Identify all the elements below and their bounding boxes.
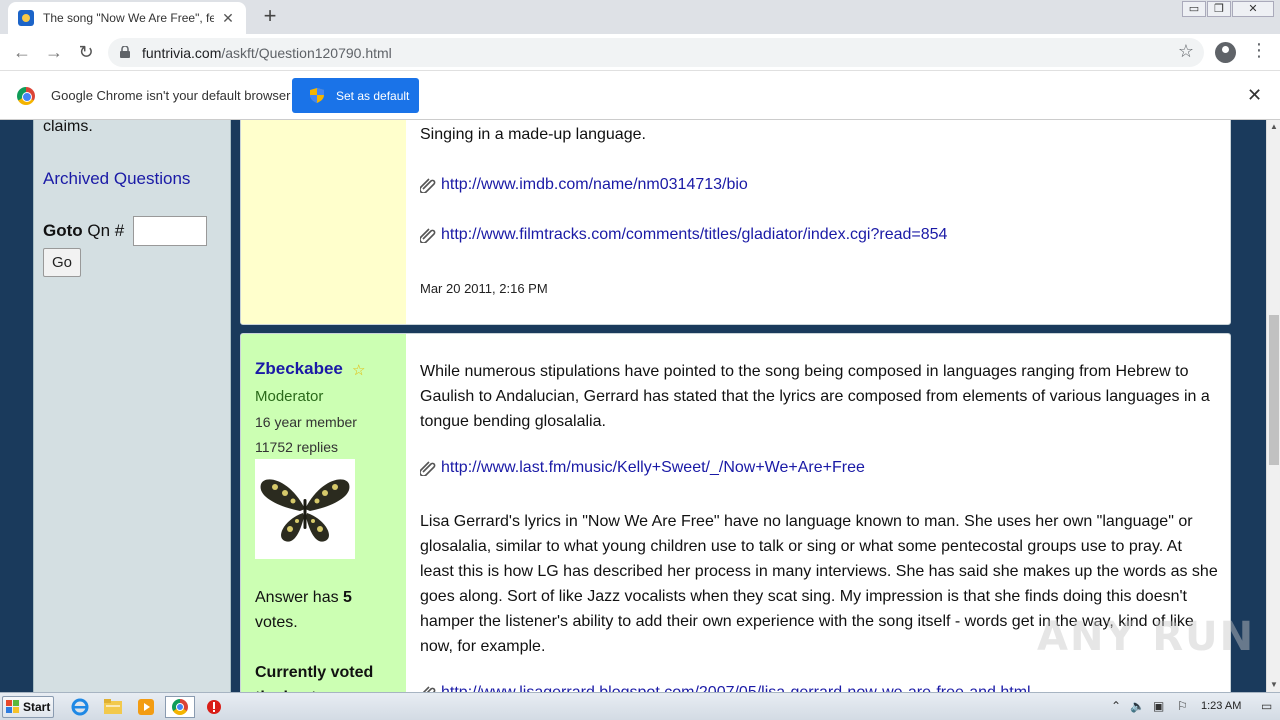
action-center-flag-icon[interactable]: ⚐ — [1177, 699, 1188, 713]
go-button[interactable]: Go — [43, 248, 81, 277]
tab-close-icon[interactable]: ✕ — [220, 10, 236, 27]
file-explorer-icon[interactable] — [100, 696, 126, 718]
windows-flag-icon — [6, 700, 19, 713]
media-player-icon[interactable] — [133, 696, 159, 718]
default-browser-infobar: Google Chrome isn't your default browser… — [0, 72, 1280, 120]
address-bar[interactable]: funtrivia.com/askft/Question120790.html … — [108, 38, 1204, 67]
votes-number: 5 — [343, 589, 352, 606]
reference-link[interactable]: http://www.last.fm/music/Kelly+Sweet/_/N… — [420, 459, 865, 477]
scroll-down-arrow-icon[interactable]: ▼ — [1267, 678, 1280, 692]
infobar-close-icon[interactable]: ✕ — [1247, 85, 1262, 106]
answer-paragraph: While numerous stipulations have pointed… — [420, 363, 1210, 430]
goto-label: Goto Qn # — [43, 221, 124, 241]
vote-count-text: Answer has 5 votes. — [255, 585, 385, 635]
author-username-link[interactable]: Zbeckabee — [255, 359, 343, 379]
set-as-default-label: Set as default — [336, 88, 410, 103]
url-text: funtrivia.com/askft/Question120790.html — [142, 45, 392, 61]
profile-avatar-icon[interactable] — [1215, 42, 1236, 63]
answer-post: Singing in a made-up language. http://ww… — [240, 120, 1231, 325]
reference-link-text[interactable]: http://www.lisagerrard.blogspot.com/2007… — [441, 684, 1031, 692]
forward-arrow-icon[interactable]: → — [42, 40, 66, 64]
reference-link[interactable]: http://www.filmtracks.com/comments/title… — [420, 226, 947, 244]
paperclip-icon — [420, 178, 436, 193]
paperclip-icon — [422, 686, 436, 692]
minimize-button[interactable]: ▭ — [1182, 1, 1206, 17]
reload-icon[interactable]: ↻ — [74, 40, 98, 64]
archived-questions-link[interactable]: Archived Questions — [43, 169, 190, 189]
url-path: /askft/Question120790.html — [221, 45, 392, 61]
scroll-up-arrow-icon[interactable]: ▲ — [1267, 120, 1280, 134]
back-arrow-icon[interactable]: ← — [10, 40, 34, 64]
maximize-button[interactable]: ❐ — [1207, 1, 1231, 17]
tab-title: The song "Now We Are Free", featu — [43, 11, 214, 25]
butterfly-avatar[interactable] — [255, 459, 355, 559]
volume-icon[interactable]: 🔈 — [1130, 699, 1145, 713]
lock-icon — [120, 46, 130, 58]
bookmark-star-icon[interactable]: ☆ — [1178, 41, 1194, 62]
stop-sign-icon[interactable] — [201, 696, 227, 718]
post-author-panel — [241, 120, 406, 324]
set-as-default-button[interactable]: Set as default — [292, 78, 419, 113]
votes-prefix: Answer has — [255, 589, 344, 606]
star-badge-icon: ☆ — [352, 362, 366, 379]
chrome-taskbar-icon[interactable] — [165, 696, 195, 718]
page-scrollbar[interactable]: ▲ ▼ — [1266, 120, 1280, 692]
site-favicon-icon — [18, 10, 34, 26]
start-label: Start — [23, 700, 51, 714]
network-icon[interactable]: ▣ — [1153, 699, 1164, 713]
browser-tab[interactable]: The song "Now We Are Free", featu ✕ — [8, 2, 246, 34]
reference-link[interactable]: http://www.imdb.com/name/nm0314713/bio — [420, 176, 748, 194]
page-content: claims. Archived Questions Goto Qn # Go … — [0, 120, 1266, 692]
close-window-button[interactable]: ✕ — [1232, 1, 1274, 17]
anyrun-watermark: ANY RUN — [1037, 614, 1256, 660]
chrome-menu-icon[interactable]: ⋮ — [1250, 40, 1268, 61]
taskbar-clock[interactable]: 1:23 AM — [1201, 700, 1241, 712]
chrome-logo-icon — [17, 87, 35, 105]
reference-link-text[interactable]: http://www.last.fm/music/Kelly+Sweet/_/N… — [441, 459, 865, 477]
author-role: Moderator — [255, 388, 324, 405]
start-button[interactable]: Start — [2, 696, 54, 718]
goto-qn-label: Qn # — [82, 221, 125, 240]
show-desktop-icon[interactable]: ▭ — [1261, 699, 1272, 713]
post-timestamp: Mar 20 2011, 2:16 PM — [420, 281, 548, 296]
windows-taskbar: Start ⌃ 🔈 ▣ ⚐ 1:23 AM ▭ — [0, 692, 1280, 720]
internet-explorer-icon[interactable] — [67, 696, 93, 718]
best-answer-label: Currently voted the best answer. — [255, 664, 380, 692]
reference-link-text[interactable]: http://www.filmtracks.com/comments/title… — [441, 226, 947, 244]
url-domain: funtrivia.com — [142, 45, 222, 61]
sidebar-text-claims: claims. — [43, 120, 93, 135]
votes-suffix: votes. — [255, 614, 298, 631]
shield-icon — [310, 88, 324, 103]
tray-chevron-icon[interactable]: ⌃ — [1111, 699, 1121, 713]
author-reply-count: 11752 replies — [255, 439, 339, 455]
reference-link[interactable]: http://www.lisagerrard.blogspot.com/2007… — [420, 684, 1031, 692]
answer-text: Singing in a made-up language. — [420, 126, 646, 143]
paperclip-icon — [420, 461, 436, 476]
paperclip-icon — [420, 228, 436, 243]
left-sidebar: claims. Archived Questions Goto Qn # Go — [33, 120, 231, 692]
question-number-input[interactable] — [133, 216, 207, 246]
goto-bold: Goto — [43, 221, 83, 240]
reference-link-text[interactable]: http://www.imdb.com/name/nm0314713/bio — [441, 176, 748, 194]
new-tab-button[interactable]: + — [258, 5, 282, 29]
author-membership: 16 year member — [255, 414, 357, 430]
scrollbar-thumb[interactable] — [1269, 315, 1279, 465]
browser-toolbar: ← → ↻ funtrivia.com/askft/Question120790… — [0, 34, 1280, 71]
infobar-message: Google Chrome isn't your default browser — [51, 88, 291, 103]
tab-strip: The song "Now We Are Free", featu ✕ + ▭ … — [0, 0, 1280, 34]
